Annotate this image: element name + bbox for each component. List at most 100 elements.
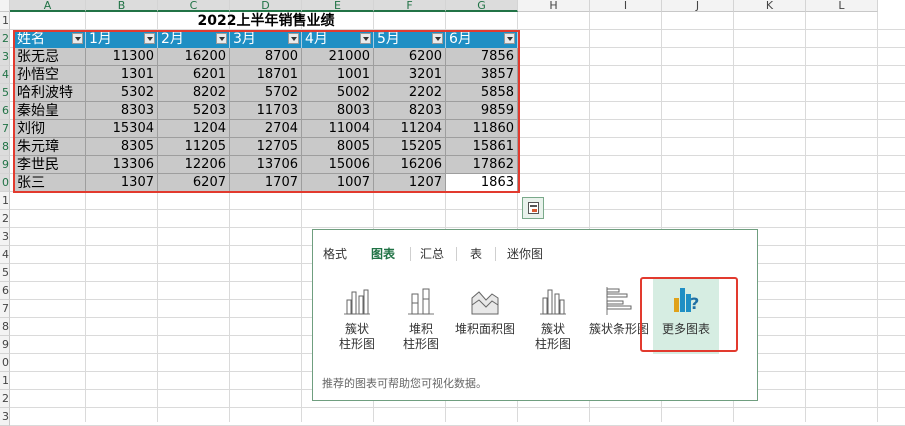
- option-clustered-column-2[interactable]: 簇状 柱形图: [521, 280, 585, 352]
- value-cell[interactable]: 6201: [158, 66, 230, 84]
- row-header[interactable]: 2: [0, 30, 10, 48]
- value-cell[interactable]: 15304: [86, 120, 158, 138]
- row-header[interactable]: 0: [0, 354, 10, 372]
- table-header-cell[interactable]: 1月: [86, 30, 158, 48]
- table-header-cell[interactable]: 6月: [446, 30, 518, 48]
- value-cell[interactable]: 8700: [230, 48, 302, 66]
- value-cell[interactable]: 5203: [158, 102, 230, 120]
- value-cell[interactable]: 3857: [446, 66, 518, 84]
- option-clustered-column[interactable]: 簇状 柱形图: [325, 280, 389, 352]
- value-cell[interactable]: 12705: [230, 138, 302, 156]
- name-cell[interactable]: 朱元璋: [14, 138, 86, 156]
- quick-analysis-button[interactable]: [522, 197, 544, 219]
- column-header[interactable]: F: [374, 0, 446, 12]
- option-clustered-bar[interactable]: 簇状条形图: [587, 280, 651, 352]
- value-cell[interactable]: 8003: [302, 102, 374, 120]
- name-cell[interactable]: 孙悟空: [14, 66, 86, 84]
- value-cell[interactable]: 1204: [158, 120, 230, 138]
- name-cell[interactable]: 李世民: [14, 156, 86, 174]
- filter-dropdown-icon[interactable]: [504, 33, 515, 44]
- tab-sparklines[interactable]: 迷你图: [507, 246, 543, 262]
- row-header[interactable]: 3: [0, 408, 10, 426]
- value-cell[interactable]: 1001: [302, 66, 374, 84]
- row-header[interactable]: 0: [0, 174, 10, 192]
- column-header[interactable]: B: [86, 0, 158, 12]
- value-cell[interactable]: 7856: [446, 48, 518, 66]
- column-header[interactable]: I: [590, 0, 662, 12]
- value-cell[interactable]: 1007: [302, 174, 374, 192]
- value-cell[interactable]: 1207: [374, 174, 446, 192]
- filter-dropdown-icon[interactable]: [360, 33, 371, 44]
- value-cell[interactable]: 1307: [86, 174, 158, 192]
- column-header[interactable]: E: [302, 0, 374, 12]
- table-header-cell[interactable]: 姓名: [14, 30, 86, 48]
- filter-dropdown-icon[interactable]: [432, 33, 443, 44]
- row-header[interactable]: 9: [0, 336, 10, 354]
- name-cell[interactable]: 张无忌: [14, 48, 86, 66]
- value-cell[interactable]: 16206: [374, 156, 446, 174]
- value-cell[interactable]: 15861: [446, 138, 518, 156]
- value-cell[interactable]: 18701: [230, 66, 302, 84]
- row-header[interactable]: 5: [0, 264, 10, 282]
- row-header[interactable]: 9: [0, 156, 10, 174]
- value-cell[interactable]: 5702: [230, 84, 302, 102]
- row-header[interactable]: 2: [0, 210, 10, 228]
- row-header[interactable]: 4: [0, 246, 10, 264]
- value-cell[interactable]: 11703: [230, 102, 302, 120]
- tab-tables[interactable]: 表: [470, 246, 482, 262]
- value-cell[interactable]: 1301: [86, 66, 158, 84]
- row-header[interactable]: 8: [0, 318, 10, 336]
- value-cell[interactable]: 1863: [446, 174, 518, 192]
- column-header[interactable]: K: [734, 0, 806, 12]
- row-header[interactable]: 5: [0, 84, 10, 102]
- value-cell[interactable]: 6207: [158, 174, 230, 192]
- value-cell[interactable]: 11300: [86, 48, 158, 66]
- column-header[interactable]: C: [158, 0, 230, 12]
- name-cell[interactable]: 哈利波特: [14, 84, 86, 102]
- value-cell[interactable]: 11205: [158, 138, 230, 156]
- value-cell[interactable]: 11860: [446, 120, 518, 138]
- table-header-cell[interactable]: 2月: [158, 30, 230, 48]
- row-header[interactable]: 3: [0, 228, 10, 246]
- tab-charts[interactable]: 图表: [371, 246, 395, 262]
- option-stacked-column[interactable]: 堆积 柱形图: [389, 280, 453, 352]
- value-cell[interactable]: 11204: [374, 120, 446, 138]
- option-stacked-area[interactable]: 堆积面积图: [453, 280, 517, 352]
- value-cell[interactable]: 3201: [374, 66, 446, 84]
- row-header[interactable]: 7: [0, 300, 10, 318]
- value-cell[interactable]: 17862: [446, 156, 518, 174]
- name-cell[interactable]: 张三: [14, 174, 86, 192]
- value-cell[interactable]: 11004: [302, 120, 374, 138]
- value-cell[interactable]: 2704: [230, 120, 302, 138]
- table-header-cell[interactable]: 5月: [374, 30, 446, 48]
- row-header[interactable]: 1: [0, 372, 10, 390]
- value-cell[interactable]: 6200: [374, 48, 446, 66]
- value-cell[interactable]: 21000: [302, 48, 374, 66]
- filter-dropdown-icon[interactable]: [216, 33, 227, 44]
- value-cell[interactable]: 12206: [158, 156, 230, 174]
- filter-dropdown-icon[interactable]: [72, 33, 83, 44]
- filter-dropdown-icon[interactable]: [144, 33, 155, 44]
- tab-format[interactable]: 格式: [323, 246, 347, 262]
- value-cell[interactable]: 8005: [302, 138, 374, 156]
- row-header[interactable]: 2: [0, 390, 10, 408]
- row-header[interactable]: 6: [0, 102, 10, 120]
- value-cell[interactable]: 16200: [158, 48, 230, 66]
- table-header-cell[interactable]: 3月: [230, 30, 302, 48]
- row-header[interactable]: 1: [0, 12, 10, 30]
- row-header[interactable]: 8: [0, 138, 10, 156]
- column-header[interactable]: D: [230, 0, 302, 12]
- tab-totals[interactable]: 汇总: [420, 246, 444, 262]
- name-cell[interactable]: 秦始皇: [14, 102, 86, 120]
- column-header[interactable]: G: [446, 0, 518, 12]
- table-header-cell[interactable]: 4月: [302, 30, 374, 48]
- row-header[interactable]: 6: [0, 282, 10, 300]
- value-cell[interactable]: 8202: [158, 84, 230, 102]
- value-cell[interactable]: 13306: [86, 156, 158, 174]
- value-cell[interactable]: 8203: [374, 102, 446, 120]
- select-all-corner[interactable]: [0, 0, 10, 12]
- row-header[interactable]: 4: [0, 66, 10, 84]
- filter-dropdown-icon[interactable]: [288, 33, 299, 44]
- value-cell[interactable]: 1707: [230, 174, 302, 192]
- value-cell[interactable]: 13706: [230, 156, 302, 174]
